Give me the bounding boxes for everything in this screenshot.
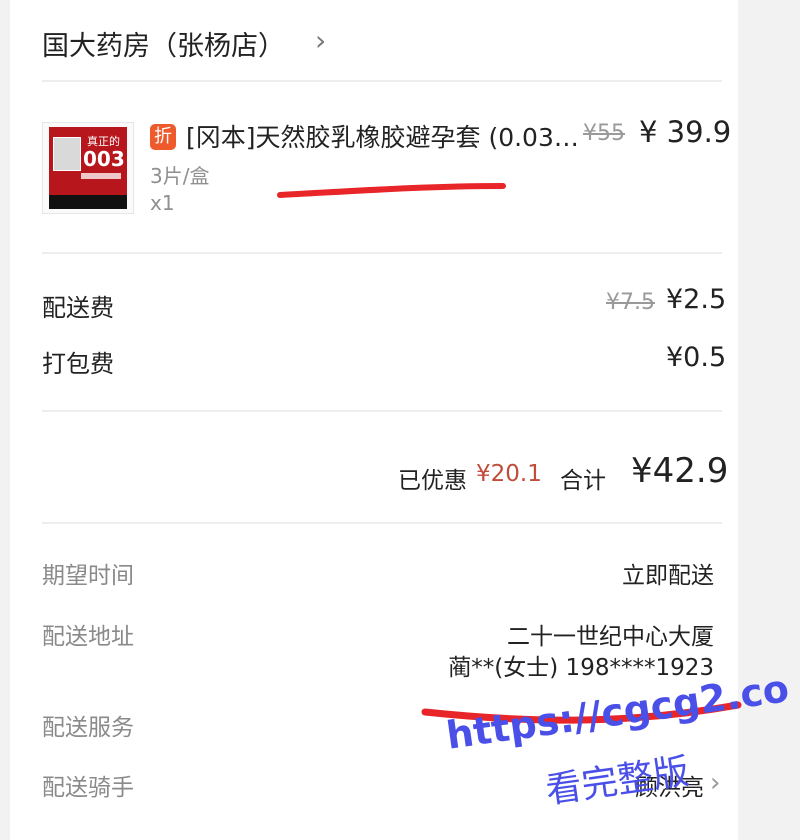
expected-time-label: 期望时间	[42, 563, 134, 589]
product-name[interactable]: [冈本]天然胶乳橡胶避孕套 (0.03…	[186, 118, 581, 154]
store-name[interactable]: 国大药房（张杨店）	[42, 24, 285, 63]
product-spec: 3片/盒	[150, 164, 210, 188]
address-line1: 二十一世纪中心大厦	[507, 624, 714, 650]
chevron-right-icon[interactable]: ›	[710, 768, 720, 798]
packing-fee-label: 打包费	[42, 350, 114, 378]
product-price: ¥ 39.9	[639, 115, 732, 149]
divider	[42, 410, 722, 412]
service-label: 配送服务	[42, 715, 134, 741]
expected-time-value: 立即配送	[622, 563, 714, 589]
delivery-fee-original: ¥7.5	[606, 290, 655, 315]
divider	[42, 252, 722, 254]
total-label: 合计	[560, 468, 606, 494]
product-original-price: ¥55	[583, 121, 625, 146]
thumb-stripe	[81, 173, 121, 179]
discount-tag: 折	[150, 124, 176, 150]
product-mini-image	[53, 137, 81, 171]
thumb-text-2: 003	[83, 147, 125, 171]
product-quantity: x1	[150, 191, 175, 215]
thumb-footer	[49, 195, 127, 209]
packing-fee-value: ¥0.5	[666, 342, 727, 373]
total-value: ¥42.9	[631, 451, 729, 491]
delivery-fee-label: 配送费	[42, 294, 114, 322]
product-thumbnail[interactable]: 真正的 003	[42, 122, 134, 214]
divider	[42, 80, 722, 82]
product-box-image: 真正的 003	[49, 127, 127, 209]
rider-label: 配送骑手	[42, 775, 134, 801]
address-label: 配送地址	[42, 624, 134, 650]
address-line2: 蔺**(女士) 198****1923	[448, 655, 714, 681]
divider	[42, 522, 722, 524]
saved-value: ¥20.1	[476, 461, 542, 487]
chevron-right-icon[interactable]: ›	[315, 24, 326, 57]
delivery-fee-value: ¥2.5	[666, 284, 727, 315]
saved-label: 已优惠	[398, 468, 467, 494]
